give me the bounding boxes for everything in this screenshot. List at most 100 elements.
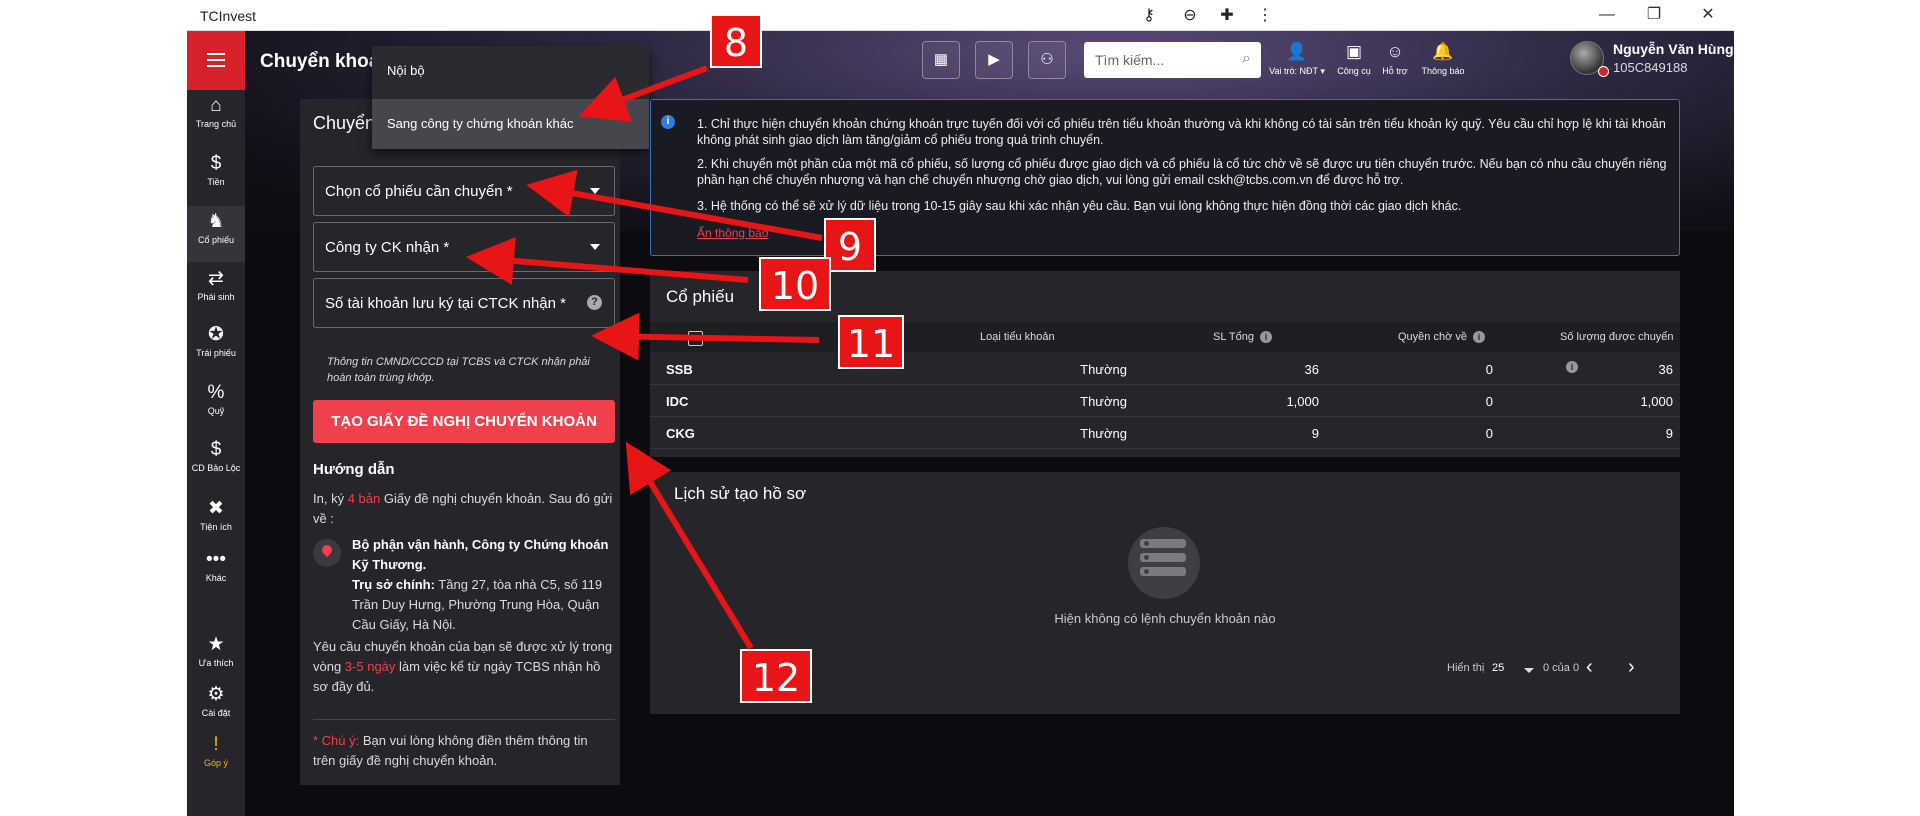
chevron-right-icon[interactable]: › [1628, 656, 1635, 679]
warning-text: * Chú ý: Bạn vui lòng không điền thêm th… [313, 733, 588, 768]
info-icon: i [1259, 331, 1272, 344]
chevron-left-icon[interactable]: ‹ [1586, 656, 1593, 679]
table-row[interactable]: IDC Thường 1,000 0 1,000 [650, 385, 1680, 417]
col-total: SL Tổng i [1213, 322, 1272, 352]
video-icon[interactable]: ▶ [975, 41, 1013, 79]
stock-select[interactable]: Chọn cổ phiếu cần chuyển * [313, 166, 615, 216]
cell-symbol: IDC [666, 394, 689, 409]
page-size-select[interactable]: 25 [1492, 662, 1504, 674]
sidebar-item-11[interactable]: ! Góp ý [187, 729, 245, 785]
sidebar-item-3[interactable]: ⇄ Phái sinh [187, 263, 245, 319]
id-match-note: Thông tin CMND/CCCD tại TCBS và CTCK nhậ… [327, 356, 590, 384]
annotation-badge-11: 11 [838, 315, 904, 369]
notice-line-3: 3. Hệ thống có thể sẽ xử lý dữ liệu tron… [697, 199, 1462, 213]
sidebar-item-0[interactable]: ⌂ Trang chủ [187, 90, 245, 146]
cd-icon: $ [210, 439, 222, 460]
notice-line-2: 2. Khi chuyển một phần của một mã cổ phi… [697, 157, 1667, 187]
bell-icon: 🔔 [1432, 42, 1454, 61]
select-all-checkbox[interactable] [688, 331, 703, 346]
empty-list-icon [1128, 527, 1200, 599]
user-icon: 👤 [1286, 42, 1308, 61]
cell-pending: 0 [1485, 362, 1493, 377]
kebab-icon[interactable]: ⋮ [1254, 5, 1276, 27]
role-label: Vai trò: NĐT ▾ [1269, 66, 1325, 76]
col-pending-rights: Quyền chờ về i [1398, 322, 1485, 352]
more-icon: ••• [206, 549, 226, 570]
sidebar-item-label: CD Bảo Lộc [191, 463, 241, 473]
info-icon: i [1472, 331, 1485, 344]
empty-message: Hiện không có lệnh chuyển khoản nào [1054, 611, 1276, 626]
chevron-down-icon [590, 188, 600, 194]
stock-select-label: Chọn cổ phiếu cần chuyển * [325, 183, 513, 200]
sidebar-item-label: Tiền [207, 177, 225, 187]
tools-icon: ✖ [208, 498, 224, 519]
role-selector[interactable]: 👤 Vai trò: NĐT ▾ [1267, 42, 1327, 77]
table-row[interactable]: SSB Thường 36 0 36 [650, 353, 1680, 385]
cell-pending: 0 [1485, 426, 1493, 441]
guide-step-1: In, ký 4 bản Giấy đề nghị chuyển khoản. … [313, 491, 613, 526]
receiving-company-select[interactable]: Công ty CK nhận * [313, 222, 615, 272]
office-address: Bộ phận vận hành, Công ty Chứng khoán Kỹ… [352, 537, 609, 632]
help-icon[interactable]: ? [587, 295, 602, 310]
sidebar-item-label: Tiện ích [200, 522, 232, 532]
create-transfer-request-button[interactable]: TẠO GIẤY ĐỀ NGHỊ CHUYỂN KHOẢN [313, 400, 615, 443]
chevron-down-icon[interactable] [1524, 668, 1534, 673]
notice-line-1: 1. Chỉ thực hiện chuyển khoản chứng khoá… [697, 117, 1666, 147]
maximize-button[interactable]: ❐ [1639, 3, 1669, 27]
close-button[interactable]: ✕ [1693, 3, 1723, 27]
sidebar-item-label: Trang chủ [195, 119, 237, 129]
key-icon[interactable]: ⚷ [1138, 5, 1160, 27]
sidebar-item-label: Cổ phiếu [197, 235, 235, 245]
hamburger-menu-button[interactable] [187, 31, 245, 90]
panel-title: Chuyển [313, 113, 376, 133]
transfer-form-panel: Chuyển Chọn cổ phiếu cần chuyển * Công t… [300, 99, 620, 785]
sidebar: ⌂ Trang chủ $ Tiền ♞ Cổ phiếu ⇄ Phái sinh ✪ Trái … [187, 31, 245, 816]
sidebar-item-label: Quỹ [207, 406, 225, 416]
option-other-securities-company[interactable]: Sang công ty chứng khoán khác [372, 99, 649, 149]
puzzle-icon[interactable]: ✚ [1216, 5, 1238, 27]
gear-icon: ⚙ [207, 684, 225, 705]
sidebar-item-label: Ưa thích [198, 658, 234, 668]
annotation-badge-12: 12 [740, 649, 812, 703]
cell-transferable: 36 [1658, 362, 1673, 377]
info-notice: i 1. Chỉ thực hiện chuyển khoản chứng kh… [650, 99, 1680, 256]
notification-button[interactable]: 🔔 Thông báo [1413, 42, 1473, 76]
sidebar-item-1[interactable]: $ Tiền [187, 148, 245, 204]
cell-symbol: SSB [666, 362, 693, 377]
minimize-button[interactable]: — [1592, 3, 1622, 27]
cell-total: 36 [1304, 362, 1319, 377]
custody-account-input[interactable]: Số tài khoản lưu ký tại CTCK nhận * ? [313, 278, 615, 328]
user-name[interactable]: Nguyễn Văn Hùng [1613, 41, 1734, 57]
title-bar: TCInvest ⚷ ⊖ ✚ ⋮ — ❐ ✕ [187, 0, 1734, 31]
chart-icon[interactable]: ▦ [922, 41, 960, 79]
sidebar-item-label: Góp ý [203, 758, 228, 768]
sidebar-item-7[interactable]: ✖ Tiện ích [187, 493, 245, 549]
col-transferable: Số lượng được chuyểni [1560, 331, 1674, 374]
hide-notice-link[interactable]: Ẩn thông báo [697, 226, 768, 240]
cell-type: Thường [1080, 426, 1127, 441]
account-input-label: Số tài khoản lưu ký tại CTCK nhận * [325, 295, 566, 312]
sidebar-item-10[interactable]: ⚙ Cài đặt [187, 679, 245, 735]
annotation-badge-9: 9 [824, 218, 876, 272]
annotation-badge-10: 10 [759, 257, 831, 311]
sidebar-item-8[interactable]: ••• Khác [187, 544, 245, 600]
bond-icon: ✪ [208, 324, 224, 345]
chevron-down-icon [590, 244, 600, 250]
transfer-type-dropdown[interactable]: Nội bộ Sang công ty chứng khoán khác [372, 46, 649, 149]
guide-title: Hướng dẫn [313, 461, 395, 478]
sidebar-item-2[interactable]: ♞ Cổ phiếu [187, 206, 245, 262]
sidebar-item-9[interactable]: ★ Ưa thích [187, 629, 245, 685]
sidebar-item-5[interactable]: % Quỹ [187, 377, 245, 433]
home-icon: ⌂ [210, 95, 222, 116]
search-input[interactable]: Tìm kiếm... ⌕ [1084, 42, 1261, 78]
search-icon[interactable]: ⌕ [1242, 50, 1251, 68]
zoom-out-icon[interactable]: ⊖ [1179, 5, 1201, 27]
table-row[interactable]: CKG Thường 9 0 9 [650, 417, 1680, 449]
option-internal[interactable]: Nội bộ [372, 46, 649, 96]
sidebar-item-label: Trái phiếu [196, 348, 236, 358]
page-range: 0 của 0 [1543, 662, 1580, 674]
network-icon[interactable]: ⚇ [1028, 41, 1066, 79]
cell-symbol: CKG [666, 426, 695, 441]
sidebar-item-4[interactable]: ✪ Trái phiếu [187, 319, 245, 375]
sidebar-item-6[interactable]: $ CD Bảo Lộc [187, 434, 245, 490]
